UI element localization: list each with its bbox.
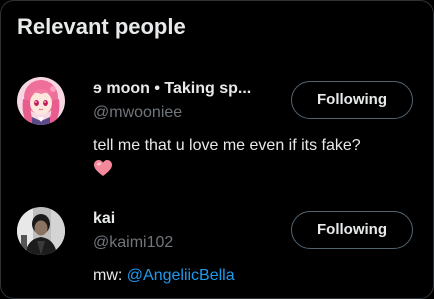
user-cell[interactable]: kai @kaimi102 Following mw: @AngeliicBel… bbox=[1, 201, 433, 298]
person-photo-avatar-image bbox=[17, 207, 65, 255]
relevant-people-panel: Relevant people ɘ moon • Taking sp... @m… bbox=[0, 0, 434, 299]
bio-text: mw: bbox=[93, 267, 127, 284]
user-display-name[interactable]: ɘ moon • Taking sp... bbox=[93, 80, 279, 98]
user-bio: mw: @AngeliicBella bbox=[93, 265, 413, 286]
user-bio: tell me that u love me even if its fake? bbox=[93, 135, 413, 177]
anime-girl-avatar-image bbox=[17, 77, 65, 125]
bio-mention-link[interactable]: @AngeliicBella bbox=[127, 267, 235, 284]
heart-emoji-icon bbox=[94, 160, 112, 176]
following-button[interactable]: Following bbox=[291, 211, 413, 249]
avatar[interactable] bbox=[17, 77, 65, 125]
user-cell[interactable]: ɘ moon • Taking sp... @mwooniee Followin… bbox=[1, 71, 433, 193]
user-display-name[interactable]: kai bbox=[93, 210, 279, 228]
following-button[interactable]: Following bbox=[291, 81, 413, 119]
avatar[interactable] bbox=[17, 207, 65, 255]
user-handle[interactable]: @kaimi102 bbox=[93, 234, 173, 252]
bio-text: tell me that u love me even if its fake? bbox=[93, 137, 361, 154]
user-handle[interactable]: @mwooniee bbox=[93, 104, 182, 122]
panel-title: Relevant people bbox=[17, 14, 186, 39]
